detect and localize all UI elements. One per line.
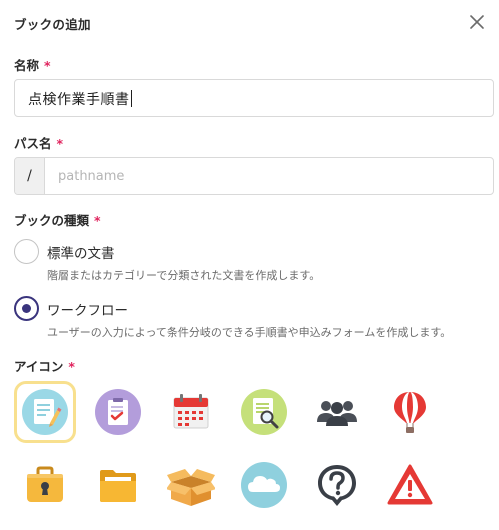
icon-option-warning-triangle[interactable] <box>379 454 441 516</box>
folder-icon <box>100 470 136 502</box>
icon-option-people-group[interactable] <box>306 381 368 443</box>
path-field-label: パス名 * <box>14 133 63 152</box>
name-label-text: 名称 <box>14 58 40 73</box>
people-group-icon <box>317 401 357 426</box>
path-label-text: パス名 <box>14 136 52 151</box>
text-caret <box>130 90 132 107</box>
name-input-value-wrap: 点検作業手順書 <box>28 89 132 109</box>
icon-option-hot-air-balloon[interactable] <box>379 381 441 443</box>
question-bubble-icon <box>318 465 356 506</box>
briefcase-lock-icon <box>27 466 63 502</box>
radio-description-standard-document: 階層またはカテゴリーで分類された文書を作成します。 <box>47 269 321 282</box>
required-mark: * <box>56 136 64 151</box>
dialog-title: ブックの追加 <box>14 17 91 32</box>
close-button[interactable] <box>467 12 487 32</box>
radio-description-workflow: ユーザーの入力によって条件分岐のできる手順書や申込みフォームを作成します。 <box>47 326 452 339</box>
radio-label-standard-document: 標準の文書 <box>47 246 115 262</box>
name-field-label: 名称 * <box>14 55 51 74</box>
icon-option-folder[interactable] <box>87 454 149 516</box>
icon-option-document-search[interactable] <box>233 381 295 443</box>
path-prefix: / <box>15 158 45 194</box>
radio-label-workflow: ワークフロー <box>47 303 128 319</box>
close-icon <box>470 15 484 29</box>
icon-option-document-pencil[interactable] <box>14 381 76 443</box>
warning-triangle-icon <box>387 464 433 505</box>
document-pencil-icon <box>22 389 68 435</box>
name-input-value: 点検作業手順書 <box>28 92 130 108</box>
icon-option-open-box[interactable] <box>160 454 222 516</box>
required-mark: * <box>68 359 75 374</box>
path-input[interactable]: pathname <box>45 158 493 194</box>
icon-option-calendar[interactable] <box>160 381 222 443</box>
icon-option-checklist[interactable] <box>87 381 149 443</box>
radio-workflow[interactable] <box>14 296 39 321</box>
hot-air-balloon-icon <box>394 392 426 433</box>
checklist-icon <box>95 389 141 435</box>
required-mark: * <box>94 213 101 228</box>
icon-option-briefcase-lock[interactable] <box>14 454 76 516</box>
icon-option-question-bubble[interactable] <box>306 454 368 516</box>
icon-picker-label: アイコン * <box>14 356 75 375</box>
book-type-label-text: ブックの種類 <box>14 213 90 228</box>
book-type-label: ブックの種類 * <box>14 210 101 229</box>
icon-label-text: アイコン <box>14 359 64 374</box>
name-input[interactable]: 点検作業手順書 <box>14 79 494 117</box>
required-mark: * <box>44 58 51 73</box>
cloud-icon <box>241 462 287 508</box>
icon-option-cloud[interactable] <box>233 454 295 516</box>
path-input-group: / pathname <box>14 157 494 195</box>
radio-standard-document[interactable] <box>14 239 39 264</box>
calendar-icon <box>173 394 209 429</box>
document-search-icon <box>241 389 287 435</box>
open-box-icon <box>167 469 215 506</box>
